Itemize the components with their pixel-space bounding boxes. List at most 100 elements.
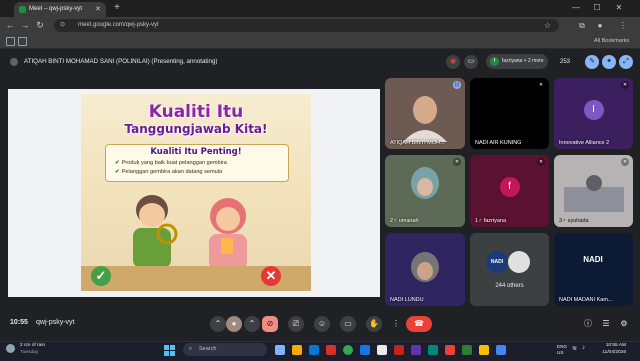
tile-name: 3♂ syuhada (559, 218, 589, 224)
all-bookmarks-link[interactable]: All Bookmarks (594, 34, 629, 48)
others-tile[interactable]: NADI 244 others (470, 233, 549, 306)
presenter-avatar (10, 58, 18, 66)
tray-date[interactable]: 11/04/2026 (592, 350, 626, 355)
people-count[interactable]: 253 (560, 55, 570, 69)
weather-icon[interactable] (6, 344, 15, 353)
participant-tile[interactable]: ✕ NADI AIR KUNING (470, 78, 549, 149)
app-icon[interactable] (445, 345, 455, 355)
tile-name: NADI LUNDU (390, 297, 424, 303)
activities-icon[interactable]: ✦ (602, 55, 616, 69)
host-controls-icon[interactable]: ⚙ (616, 316, 632, 332)
language-indicator[interactable]: ENG (557, 344, 567, 349)
participant-tile[interactable]: I ✕ Innovative Alliance 2 (554, 78, 633, 149)
participant-tile[interactable]: NADI NADI MADANI Kam... (554, 233, 633, 306)
participant-tile[interactable]: ✕ 2♂ umairah (385, 155, 465, 227)
present-screen-button[interactable]: ⎚ (288, 316, 304, 332)
video-feed (470, 233, 549, 306)
mic-muted-icon: ✕ (537, 158, 545, 166)
meeting-info-icon[interactable]: ⓘ (580, 316, 596, 332)
more-options-button[interactable]: ⋮ (388, 316, 404, 332)
app-icon[interactable] (496, 345, 506, 355)
back-button[interactable]: ← (4, 19, 16, 32)
record-icon[interactable]: ◉ (446, 55, 460, 69)
slide-bullet: ✔ Produk yang baik buat pelanggan gembira (115, 160, 227, 166)
shared-slide: Kualiti Itu Tanggungjawab Kita! Kualiti … (81, 94, 311, 291)
wifi-icon[interactable]: ≋ (572, 345, 577, 352)
app-icon[interactable] (326, 345, 336, 355)
address-bar[interactable]: ⊙ meet.google.com/qwj-psky-vyt ☆ (54, 19, 559, 32)
mic-options-icon[interactable]: ⌃ (210, 316, 226, 332)
tile-name: ATIQAH BINTI MOH... (390, 140, 445, 146)
end-call-button[interactable]: ☎ (406, 316, 432, 332)
minimize-button[interactable]: — (569, 2, 583, 14)
taskbar-search[interactable]: ⌕ Search (183, 343, 267, 356)
weather-text[interactable]: 2 cm of rain (20, 343, 45, 348)
forward-button[interactable]: → (19, 19, 31, 32)
app-icon[interactable] (360, 345, 370, 355)
captions-icon[interactable]: ▭ (464, 55, 478, 69)
browser-tab[interactable]: Meet – qwj-psky-vyt ✕ (14, 2, 106, 17)
avatar: NADI (486, 251, 508, 273)
app-icon[interactable] (377, 345, 387, 355)
boy-illustration (133, 195, 178, 268)
file-explorer-icon[interactable] (292, 345, 302, 355)
bookmark-star-icon[interactable]: ☆ (544, 19, 551, 32)
reaction-avatar[interactable]: ● (226, 316, 242, 332)
app-icon[interactable] (479, 345, 489, 355)
tile-name: Innovative Alliance 2 (559, 140, 610, 146)
participant-tile[interactable]: f ✕ 1♂ fazriyana (470, 155, 549, 227)
app-icon[interactable] (462, 345, 472, 355)
close-window-button[interactable]: ✕ (612, 2, 626, 14)
tray-time[interactable]: 10:55 AM (598, 343, 626, 348)
edge-icon[interactable] (309, 345, 319, 355)
bookmark-icon[interactable] (6, 37, 15, 46)
search-placeholder: Search (199, 346, 217, 352)
tile-name: 1♂ fazriyana (475, 218, 507, 224)
new-tab-button[interactable]: + (111, 2, 123, 14)
captions-button[interactable]: ▭ (340, 316, 356, 332)
avatar: f (490, 57, 499, 66)
task-view-icon[interactable] (275, 345, 285, 355)
start-icon[interactable] (164, 345, 175, 356)
chrome-icon[interactable] (343, 345, 353, 355)
reload-button[interactable]: ↻ (34, 19, 46, 32)
avatar: f (499, 177, 520, 197)
close-tab-icon[interactable]: ✕ (95, 2, 101, 17)
extensions-icon[interactable]: ⧉ (576, 19, 588, 32)
camera-options-icon[interactable]: ⌃ (244, 316, 260, 332)
raise-hand-button[interactable]: ✋ (366, 316, 382, 332)
check-icon: ✔ (115, 169, 120, 175)
os-taskbar (0, 341, 640, 361)
bookmarks-bar (0, 34, 640, 49)
participant-tile[interactable]: ||| ATIQAH BINTI MOH... (385, 78, 465, 149)
girl-illustration (209, 198, 247, 270)
meeting-clock: 10:55 (10, 319, 28, 326)
site-info-icon[interactable]: ⊙ (60, 19, 65, 32)
speaking-icon: ||| (453, 81, 461, 89)
check-mark-icon: ✓ (91, 266, 111, 286)
person-silhouette (403, 96, 447, 142)
emoji-reaction-button[interactable]: ☺ (314, 316, 330, 332)
camera-off-button[interactable]: ⊘ (262, 316, 278, 332)
video-feed (554, 233, 633, 306)
participant-tile[interactable]: NADI LUNDU (385, 233, 465, 306)
tile-name: NADI MADANI Kam... (559, 297, 613, 303)
cross-mark-icon: ✕ (261, 266, 281, 286)
nadi-logo: NADI (583, 255, 603, 264)
room-scene (564, 175, 624, 212)
app-icon[interactable] (428, 345, 438, 355)
chat-icon[interactable]: ✎ (585, 55, 599, 69)
expand-icon[interactable]: ⤢ (619, 55, 633, 69)
slide-title-line2: Tanggungjawab Kita! (124, 122, 268, 136)
participant-tile[interactable]: ✕ 3♂ syuhada (554, 155, 633, 227)
app-icon[interactable] (394, 345, 404, 355)
participants-pill[interactable]: f fazriyana + 2 more (486, 54, 548, 69)
volume-icon[interactable]: ♪ (582, 345, 585, 351)
profile-icon[interactable]: ● (594, 19, 606, 32)
bookmark-icon[interactable] (18, 37, 27, 46)
maximize-button[interactable]: ☐ (590, 2, 604, 14)
meeting-code: qwj-psky-vyt (36, 319, 75, 326)
app-icon[interactable] (411, 345, 421, 355)
chat-icon[interactable]: ☰ (598, 316, 614, 332)
menu-icon[interactable]: ⋮ (617, 19, 629, 32)
